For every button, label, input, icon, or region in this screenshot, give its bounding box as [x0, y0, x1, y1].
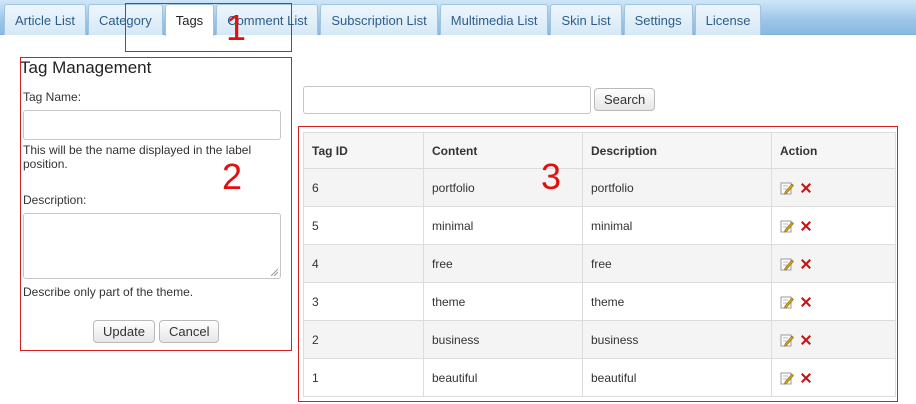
action-cell	[771, 206, 896, 245]
description-cell: minimal	[582, 206, 772, 245]
tag-id-cell: 1	[303, 358, 424, 397]
edit-icon[interactable]	[780, 257, 794, 271]
tab-multimedia-list[interactable]: Multimedia List	[439, 4, 549, 35]
table-header-row: Tag ID Content Description Action	[303, 132, 896, 169]
content-cell: free	[423, 244, 583, 283]
content-cell: beautiful	[423, 358, 583, 397]
tag-management-form: Tag Management Tag Name: This will be th…	[20, 57, 292, 351]
edit-icon[interactable]	[780, 219, 794, 233]
delete-icon[interactable]	[799, 257, 813, 271]
delete-icon[interactable]	[799, 219, 813, 233]
resize-grip-icon[interactable]	[270, 268, 278, 276]
tab-category[interactable]: Category	[87, 4, 163, 35]
content-cell: theme	[423, 282, 583, 321]
table-row: 4 free free	[303, 244, 896, 283]
action-cell	[771, 168, 896, 207]
table-row: 6 portfolio portfolio	[303, 168, 896, 207]
tag-name-label: Tag Name:	[23, 90, 82, 104]
tab-tags[interactable]: Tags	[164, 4, 215, 36]
cancel-button[interactable]: Cancel	[159, 320, 220, 343]
description-cell: business	[582, 320, 772, 359]
edit-icon[interactable]	[780, 333, 794, 347]
column-header-action: Action	[771, 132, 896, 169]
tag-id-cell: 6	[303, 168, 424, 207]
description-cell: beautiful	[582, 358, 772, 397]
tab-skin-list[interactable]: Skin List	[550, 4, 622, 35]
table-row: 2 business business	[303, 320, 896, 359]
tab-bar: Article List Category Tags Comment List Subs…	[0, 0, 916, 36]
column-header-description[interactable]: Description	[582, 132, 772, 169]
tab-article-list[interactable]: Article List	[4, 4, 86, 35]
column-header-content[interactable]: Content	[423, 132, 583, 169]
description-cell: portfolio	[582, 168, 772, 207]
tab-subscription-list[interactable]: Subscription List	[320, 4, 438, 35]
action-cell	[771, 358, 896, 397]
tag-id-cell: 3	[303, 282, 424, 321]
edit-icon[interactable]	[780, 181, 794, 195]
delete-icon[interactable]	[799, 295, 813, 309]
tab-settings[interactable]: Settings	[623, 4, 693, 35]
tab-list: Article List Category Tags Comment List Subs…	[4, 4, 763, 36]
action-cell	[771, 282, 896, 321]
edit-icon[interactable]	[780, 295, 794, 309]
tab-license[interactable]: License	[694, 4, 762, 35]
tag-name-input[interactable]	[23, 110, 281, 140]
tag-id-cell: 5	[303, 206, 424, 245]
tag-id-cell: 2	[303, 320, 424, 359]
content-cell: portfolio	[423, 168, 583, 207]
action-cell	[771, 244, 896, 283]
search-button[interactable]: Search	[594, 88, 656, 111]
description-cell: theme	[582, 282, 772, 321]
description-hint: Describe only part of the theme.	[23, 285, 194, 299]
action-cell	[771, 320, 896, 359]
table-row: 1 beautiful beautiful	[303, 358, 896, 397]
table-row: 5 minimal minimal	[303, 206, 896, 245]
description-textarea[interactable]	[23, 213, 281, 279]
content-cell: business	[423, 320, 583, 359]
delete-icon[interactable]	[799, 181, 813, 195]
tag-table: Tag ID Content Description Action 6 portf…	[303, 132, 896, 397]
description-cell: free	[582, 244, 772, 283]
content-cell: minimal	[423, 206, 583, 245]
delete-icon[interactable]	[799, 333, 813, 347]
column-header-tag-id[interactable]: Tag ID	[303, 132, 424, 169]
table-row: 3 theme theme	[303, 282, 896, 321]
tag-id-cell: 4	[303, 244, 424, 283]
tag-name-hint: This will be the name displayed in the l…	[23, 143, 252, 171]
description-label: Description:	[23, 193, 87, 207]
update-button[interactable]: Update	[93, 320, 155, 343]
delete-icon[interactable]	[799, 371, 813, 385]
edit-icon[interactable]	[780, 371, 794, 385]
search-input[interactable]	[303, 86, 591, 114]
form-title: Tag Management	[20, 58, 152, 77]
tab-comment-list[interactable]: Comment List	[216, 4, 319, 35]
